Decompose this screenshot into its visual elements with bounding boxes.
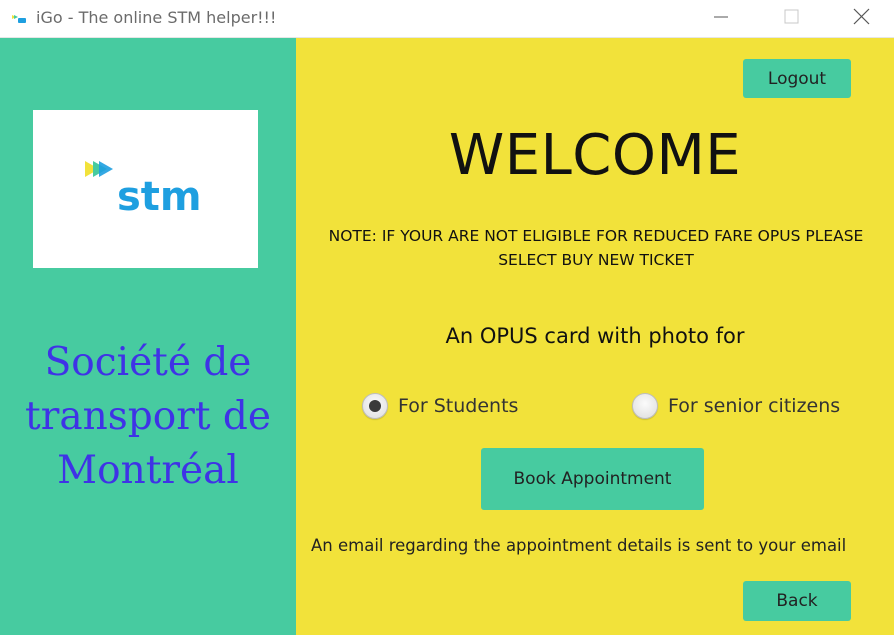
logout-button[interactable]: Logout <box>743 59 851 98</box>
stm-logo-graphic: stm <box>85 161 202 220</box>
main-panel: Logout WELCOME NOTE: IF YOUR ARE NOT ELI… <box>296 38 894 635</box>
title-bar: iGo - The online STM helper!!! <box>0 0 894 38</box>
eligibility-note: NOTE: IF YOUR ARE NOT ELIGIBLE FOR REDUC… <box>328 227 864 269</box>
minimize-button[interactable] <box>698 0 744 34</box>
radio-students[interactable]: For Students <box>362 393 518 419</box>
sidebar: stm Société de transport de Montréal <box>0 38 296 635</box>
org-name-line-3: Montréal <box>57 448 239 493</box>
radio-senior-citizens[interactable]: For senior citizens <box>632 393 840 419</box>
radio-students-circle[interactable] <box>362 393 388 419</box>
book-appointment-button[interactable]: Book Appointment <box>481 448 704 510</box>
org-name-line-2: transport de <box>25 394 271 439</box>
window-title: iGo - The online STM helper!!! <box>36 8 277 27</box>
org-name: Société de transport de Montréal <box>0 336 296 498</box>
radio-senior-citizens-label[interactable]: For senior citizens <box>668 395 840 417</box>
minimize-icon <box>714 16 728 18</box>
opus-heading: An OPUS card with photo for <box>445 324 745 348</box>
radio-students-label[interactable]: For Students <box>398 395 518 417</box>
welcome-heading: WELCOME <box>448 123 742 188</box>
back-button[interactable]: Back <box>743 581 851 621</box>
stm-logo: stm <box>33 110 258 268</box>
maximize-icon <box>784 9 799 24</box>
stm-logo-text: stm <box>117 174 202 220</box>
radio-senior-citizens-circle[interactable] <box>632 393 658 419</box>
close-icon <box>853 8 870 25</box>
maximize-button[interactable] <box>768 0 814 34</box>
close-button[interactable] <box>838 0 884 34</box>
email-confirmation-note: An email regarding the appointment detai… <box>311 536 847 555</box>
radio-selected-dot <box>369 400 381 412</box>
stm-app-icon <box>12 15 26 23</box>
org-name-line-1: Société de <box>44 340 252 385</box>
